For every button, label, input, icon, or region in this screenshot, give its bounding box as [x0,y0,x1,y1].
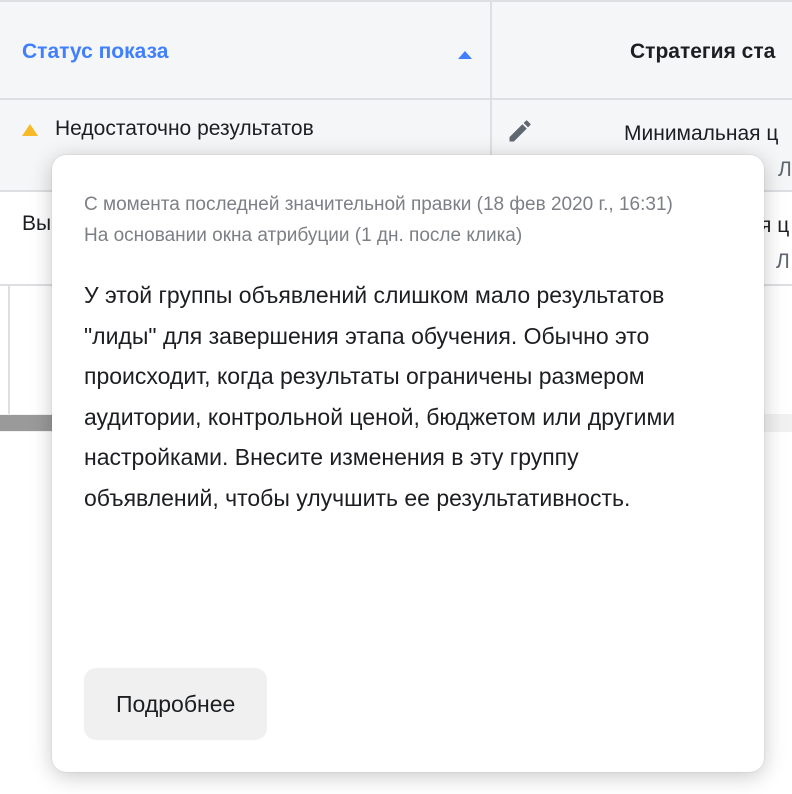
attribution-window-note: На основании окна атрибуции (1 дн. после… [84,225,523,246]
delivery-status-cell[interactable]: Вы [22,212,51,236]
learn-more-button[interactable]: Подробнее [84,668,268,740]
tooltip-meta: С момента последней значительной правки … [84,189,732,251]
sort-ascending-icon[interactable] [458,51,472,59]
table-left-border [8,286,10,416]
ads-manager-view: Статус показа Стратегия ста Недостаточно… [0,0,792,794]
bid-strategy-cell: Минимальная ц [624,122,779,145]
delivery-status-tooltip: С момента последней значительной правки … [52,155,764,772]
column-header-delivery-status[interactable]: Статус показа [22,40,168,64]
pencil-edit-icon[interactable] [506,117,534,145]
warning-triangle-icon [22,124,38,136]
bid-strategy-cell: я ц [760,214,790,237]
bid-strategy-subtext: Л [778,158,792,181]
tooltip-description: У этой группы объявлений слишком мало ре… [84,282,676,511]
bid-strategy-subtext: Л [776,250,790,273]
last-edit-note: С момента последней значительной правки … [84,194,673,215]
horizontal-scrollbar-thumb[interactable] [0,415,60,431]
delivery-status-cell[interactable]: Недостаточно результатов [55,117,314,141]
column-header-bid-strategy[interactable]: Стратегия ста [630,40,775,64]
